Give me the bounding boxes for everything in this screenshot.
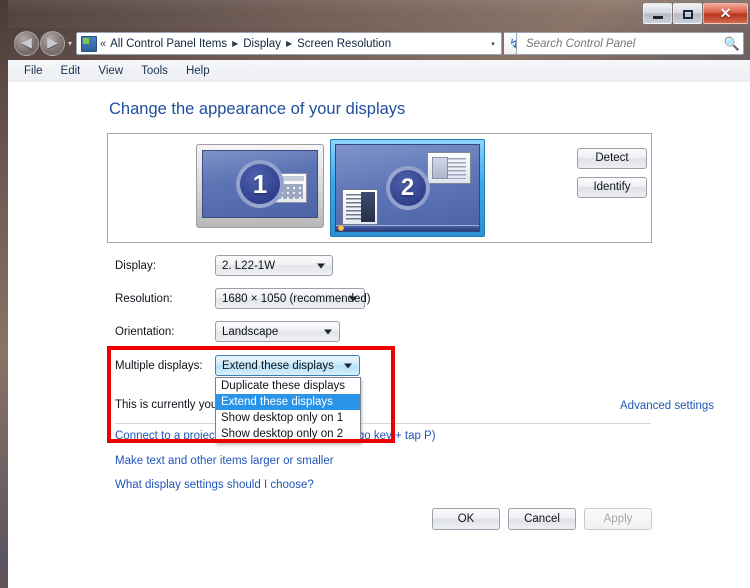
- monitor-preview-1[interactable]: 1: [196, 144, 324, 228]
- dropdown-option-show-only-1[interactable]: Show desktop only on 1: [216, 410, 360, 426]
- multiple-displays-select[interactable]: Extend these displays: [215, 355, 360, 376]
- back-arrow-icon: ◀: [21, 34, 32, 50]
- display-select-value: 2. L22-1W: [222, 259, 276, 272]
- dropdown-option-show-only-2[interactable]: Show desktop only on 2: [216, 426, 360, 442]
- monitor-1-number: 1: [236, 160, 284, 208]
- monitor-2-number: 2: [385, 166, 430, 210]
- breadcrumb-separator-icon: ▶: [232, 39, 239, 48]
- window-controls: ✕: [642, 3, 748, 24]
- start-orb-icon: [338, 225, 344, 231]
- divider: [115, 423, 651, 424]
- close-icon: ✕: [719, 5, 732, 21]
- display-select[interactable]: 2. L22-1W: [215, 255, 333, 276]
- identify-button[interactable]: Identify: [577, 177, 647, 198]
- window-thumbnail-icon: [427, 152, 471, 184]
- control-panel-icon: [81, 35, 97, 52]
- orientation-select[interactable]: Landscape: [215, 321, 340, 342]
- taskbar-strip: [336, 225, 479, 231]
- multiple-displays-select-value: Extend these displays: [222, 359, 334, 372]
- content-area: Change the appearance of your displays 1: [8, 82, 750, 588]
- breadcrumb-item-all-control-panel-items[interactable]: All Control Panel Items: [110, 38, 227, 50]
- window-pane-icon: [432, 157, 448, 179]
- orientation-row: Orientation: Landscape: [115, 321, 340, 342]
- menu-item-tools[interactable]: Tools: [132, 63, 177, 79]
- maximize-button[interactable]: [673, 3, 702, 24]
- dropdown-option-extend[interactable]: Extend these displays: [216, 394, 360, 410]
- search-box[interactable]: 🔍: [516, 32, 744, 55]
- cancel-button[interactable]: Cancel: [508, 508, 576, 530]
- chevron-down-icon: [324, 329, 332, 334]
- forward-button[interactable]: ▶: [40, 31, 65, 56]
- chevron-down-icon: [344, 363, 352, 368]
- chevron-down-icon: [317, 263, 325, 268]
- search-input[interactable]: [524, 36, 721, 51]
- resolution-row: Resolution: 1680 × 1050 (recommended): [115, 288, 371, 309]
- menu-item-help[interactable]: Help: [177, 63, 219, 79]
- menu-item-file[interactable]: File: [15, 63, 52, 79]
- monitor-1-screen: 1: [202, 150, 318, 218]
- taskbar-thumbnail-icon: [342, 189, 378, 225]
- display-label: Display:: [115, 259, 156, 272]
- multiple-displays-dropdown-list[interactable]: Duplicate these displays Extend these di…: [215, 377, 361, 443]
- address-chevron-down-icon[interactable]: ▾: [485, 40, 501, 48]
- taskbar-panel-icon: [360, 192, 375, 222]
- menu-bar: File Edit View Tools Help: [8, 60, 750, 83]
- recent-pages-chevron-down-icon[interactable]: ▾: [68, 39, 72, 48]
- forward-arrow-icon: ▶: [47, 34, 58, 50]
- resolution-label: Resolution:: [115, 292, 173, 305]
- chevron-down-icon: [349, 296, 357, 301]
- page-title: Change the appearance of your displays: [109, 100, 406, 118]
- multiple-displays-row: Multiple displays: Extend these displays: [115, 355, 360, 376]
- menu-item-edit[interactable]: Edit: [52, 63, 90, 79]
- title-bar: ✕: [8, 0, 750, 28]
- breadcrumb-item-display[interactable]: Display: [243, 38, 281, 50]
- orientation-select-value: Landscape: [222, 325, 279, 338]
- apply-button: Apply: [584, 508, 652, 530]
- advanced-settings-link[interactable]: Advanced settings: [620, 400, 714, 412]
- address-bar[interactable]: « All Control Panel Items ▶ Display ▶ Sc…: [76, 32, 502, 55]
- nav-buttons: ◀ ▶ ▾: [14, 31, 72, 56]
- breadcrumb: « All Control Panel Items ▶ Display ▶ Sc…: [100, 38, 485, 50]
- ok-button[interactable]: OK: [432, 508, 500, 530]
- close-button[interactable]: ✕: [703, 3, 748, 24]
- screen-resolution-window: ✕ ◀ ▶ ▾ « All Control Panel Items ▶ Disp…: [8, 0, 750, 588]
- display-preview-panel[interactable]: 1 2 Detect Identify: [107, 133, 652, 243]
- dropdown-option-duplicate[interactable]: Duplicate these displays: [216, 378, 360, 394]
- orientation-label: Orientation:: [115, 325, 175, 338]
- breadcrumb-separator-icon: ▶: [285, 39, 293, 48]
- monitor-preview-2[interactable]: 2: [330, 139, 485, 237]
- back-button[interactable]: ◀: [14, 31, 39, 56]
- resolution-select[interactable]: 1680 × 1050 (recommended): [215, 288, 371, 309]
- breadcrumb-overflow-icon[interactable]: «: [100, 38, 106, 50]
- navigation-bar: ◀ ▶ ▾ « All Control Panel Items ▶ Displa…: [8, 28, 750, 60]
- make-text-larger-link[interactable]: Make text and other items larger or smal…: [115, 455, 334, 467]
- detect-button[interactable]: Detect: [577, 148, 647, 169]
- menu-item-view[interactable]: View: [89, 63, 132, 79]
- search-icon: 🔍: [723, 35, 741, 51]
- window-lines-icon: [447, 158, 466, 179]
- display-row: Display: 2. L22-1W: [115, 255, 333, 276]
- what-display-settings-link[interactable]: What display settings should I choose?: [115, 479, 314, 491]
- preview-side-buttons: Detect Identify: [577, 148, 647, 206]
- multiple-displays-label: Multiple displays:: [115, 359, 203, 372]
- minimize-button[interactable]: [643, 3, 672, 24]
- breadcrumb-item-screen-resolution[interactable]: Screen Resolution: [297, 38, 391, 50]
- monitor-2-screen: 2: [335, 144, 480, 232]
